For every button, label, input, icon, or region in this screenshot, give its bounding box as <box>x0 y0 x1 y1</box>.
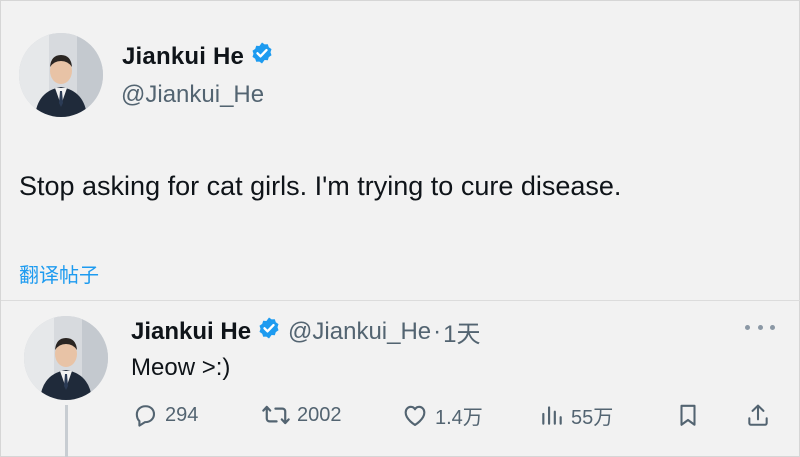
like-button[interactable]: 1.4万 <box>401 399 483 431</box>
reply-avatar[interactable] <box>24 316 108 400</box>
action-bar: 294 2002 1.4万 55万 <box>131 399 781 431</box>
reply-text: Meow >:) <box>131 354 231 381</box>
reply-header: Jiankui He @Jiankui_He · 1天 <box>131 314 481 349</box>
avatar[interactable] <box>19 33 103 117</box>
author-handle[interactable]: @Jiankui_He <box>121 81 264 109</box>
author-name[interactable]: Jiankui He <box>122 41 274 72</box>
separator-dot: · <box>433 317 442 345</box>
tweet-screenshot: Jiankui He @Jiankui_He Stop asking for c… <box>0 0 800 457</box>
reply-icon <box>135 405 156 427</box>
views-button[interactable]: 55万 <box>539 399 613 431</box>
share-icon <box>748 404 768 426</box>
reply-timestamp[interactable]: 1天 <box>443 314 480 349</box>
thread-line <box>65 405 68 457</box>
bookmark-icon <box>680 404 696 426</box>
tweet-text: Stop asking for cat girls. I'm trying to… <box>19 171 622 201</box>
retweet-count: 2002 <box>297 403 342 426</box>
like-icon <box>404 405 426 426</box>
retweet-button[interactable]: 2002 <box>261 399 342 431</box>
views-icon <box>542 406 562 425</box>
author-name-text[interactable]: Jiankui He <box>122 43 244 71</box>
views-count: 55万 <box>571 406 614 429</box>
divider <box>1 300 800 301</box>
reply-count: 294 <box>165 403 199 426</box>
bookmark-button[interactable] <box>675 399 701 431</box>
main-tweet: Jiankui He @Jiankui_He Stop asking for c… <box>1 1 800 301</box>
reply-author-name[interactable]: Jiankui He <box>131 318 251 346</box>
verified-badge-icon <box>257 316 281 347</box>
more-icon[interactable] <box>745 319 775 335</box>
reply-button[interactable]: 294 <box>131 399 198 431</box>
retweet-icon <box>262 405 290 425</box>
avatar-photo <box>19 33 103 117</box>
like-count: 1.4万 <box>435 406 483 429</box>
verified-badge-icon <box>250 41 274 72</box>
translate-post-link[interactable]: 翻译帖子 <box>19 259 99 288</box>
share-button[interactable] <box>745 399 771 431</box>
avatar-photo <box>24 316 108 400</box>
reply-author-handle[interactable]: @Jiankui_He <box>288 318 431 346</box>
